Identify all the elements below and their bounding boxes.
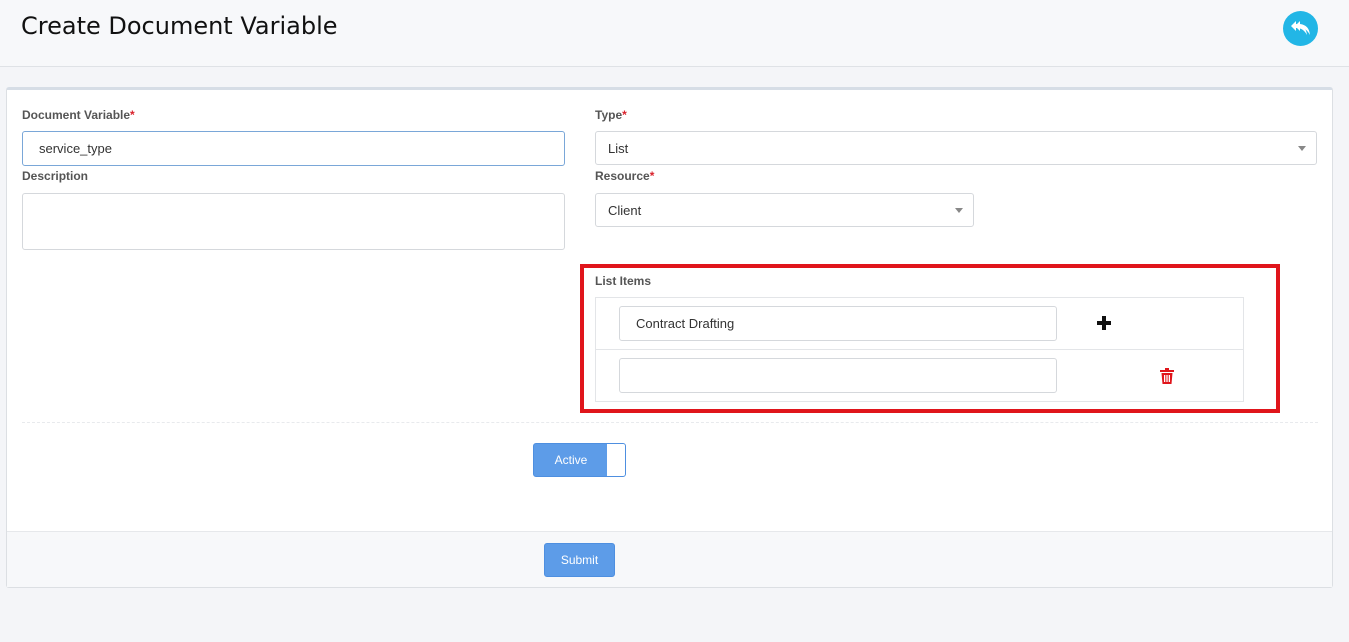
submit-button[interactable]: Submit [544, 543, 615, 577]
list-item-value: Contract Drafting [636, 316, 735, 331]
description-textarea[interactable] [22, 193, 565, 250]
type-selected-value: List [608, 140, 629, 156]
description-label: Description [22, 169, 89, 183]
add-list-item-button[interactable] [1094, 313, 1114, 333]
document-variable-value: service_type [39, 141, 112, 156]
type-select[interactable]: List [595, 131, 1317, 165]
active-toggle[interactable]: Active [533, 443, 626, 477]
type-label: Type* [595, 108, 627, 122]
required-mark: * [130, 108, 135, 122]
list-items-label: List Items [595, 274, 652, 288]
document-variable-input[interactable]: service_type [22, 131, 565, 166]
required-mark: * [649, 169, 655, 183]
type-label-text: Type [595, 108, 623, 122]
resource-label-text: Resource [595, 169, 650, 183]
required-mark: * [622, 108, 627, 122]
active-toggle-label: Active [554, 453, 588, 467]
delete-list-item-button[interactable] [1157, 366, 1177, 386]
document-variable-label: Document Variable* [22, 108, 135, 122]
reply-icon [1290, 20, 1310, 35]
resource-select[interactable]: Client [595, 193, 974, 227]
list-row-divider [595, 349, 1244, 350]
page-title: Create Document Variable [21, 12, 338, 40]
resource-label: Resource* [595, 169, 654, 183]
section-divider [22, 422, 1318, 423]
page-header: Create Document Variable [0, 0, 1349, 67]
back-button[interactable] [1283, 11, 1318, 46]
trash-icon [1160, 368, 1174, 384]
plus-icon [1097, 316, 1111, 330]
form-footer [7, 531, 1332, 587]
document-variable-label-text: Document Variable [22, 108, 131, 122]
chevron-down-icon [1298, 146, 1306, 151]
list-item-input[interactable]: Contract Drafting [619, 306, 1057, 341]
toggle-knob [607, 444, 625, 476]
resource-selected-value: Client [608, 202, 642, 218]
chevron-down-icon [955, 208, 963, 213]
list-item-input[interactable] [619, 358, 1057, 393]
